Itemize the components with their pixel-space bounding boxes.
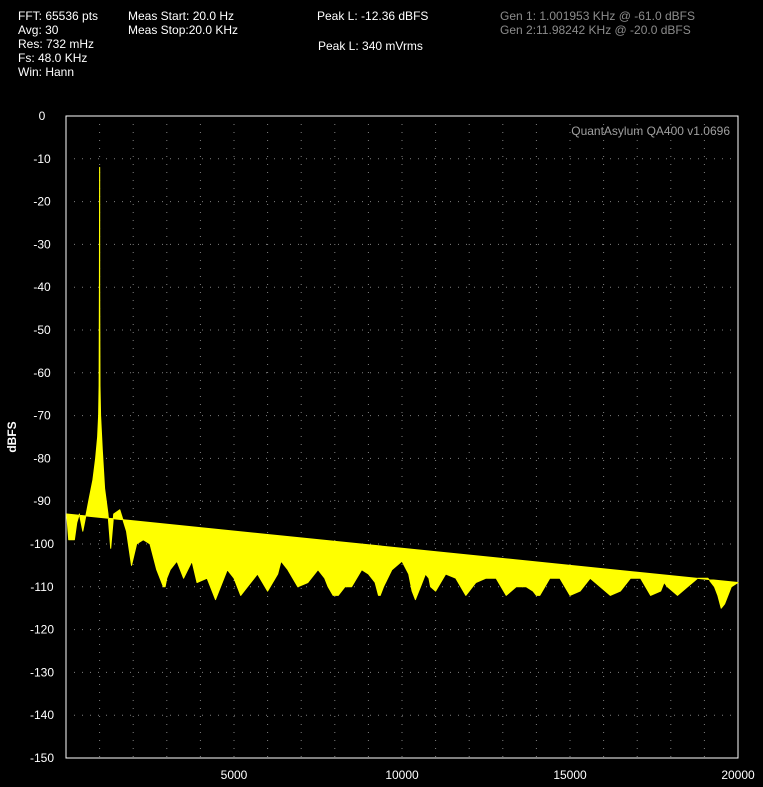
spectrum-trace [66,166,739,609]
chart-watermark: QuantAsylum QA400 v1.0696 [571,124,730,138]
x-tick-label: 15000 [553,768,587,782]
y-tick-label: -30 [33,237,51,251]
y-tick-label: -70 [33,409,51,423]
x-tick-label: 10000 [385,768,419,782]
y-tick-label: 0 [39,109,46,123]
y-tick-label: -120 [30,623,54,637]
spectrum-chart: 0 -10 -20 -30 -40 -50 -60 -70 -80 -90 -100 -110 -120… [5,109,755,782]
y-tick-label: -10 [33,152,51,166]
y-tick-label: -80 [33,451,51,465]
y-tick-label: -20 [33,195,51,209]
y-tick-label: -40 [33,280,51,294]
y-tick-label: -130 [30,665,54,679]
y-tick-label: -100 [30,537,54,551]
x-tick-label: 20000 [721,768,755,782]
y-tick-label: -60 [33,366,51,380]
y-tick-label: -90 [33,494,51,508]
x-tick-label: 5000 [221,768,248,782]
y-axis-label: dBFS [5,421,19,452]
y-tick-label: -50 [33,323,51,337]
y-tick-label: -150 [30,751,54,765]
y-tick-label: -140 [30,708,54,722]
y-tick-label: -110 [30,580,53,594]
